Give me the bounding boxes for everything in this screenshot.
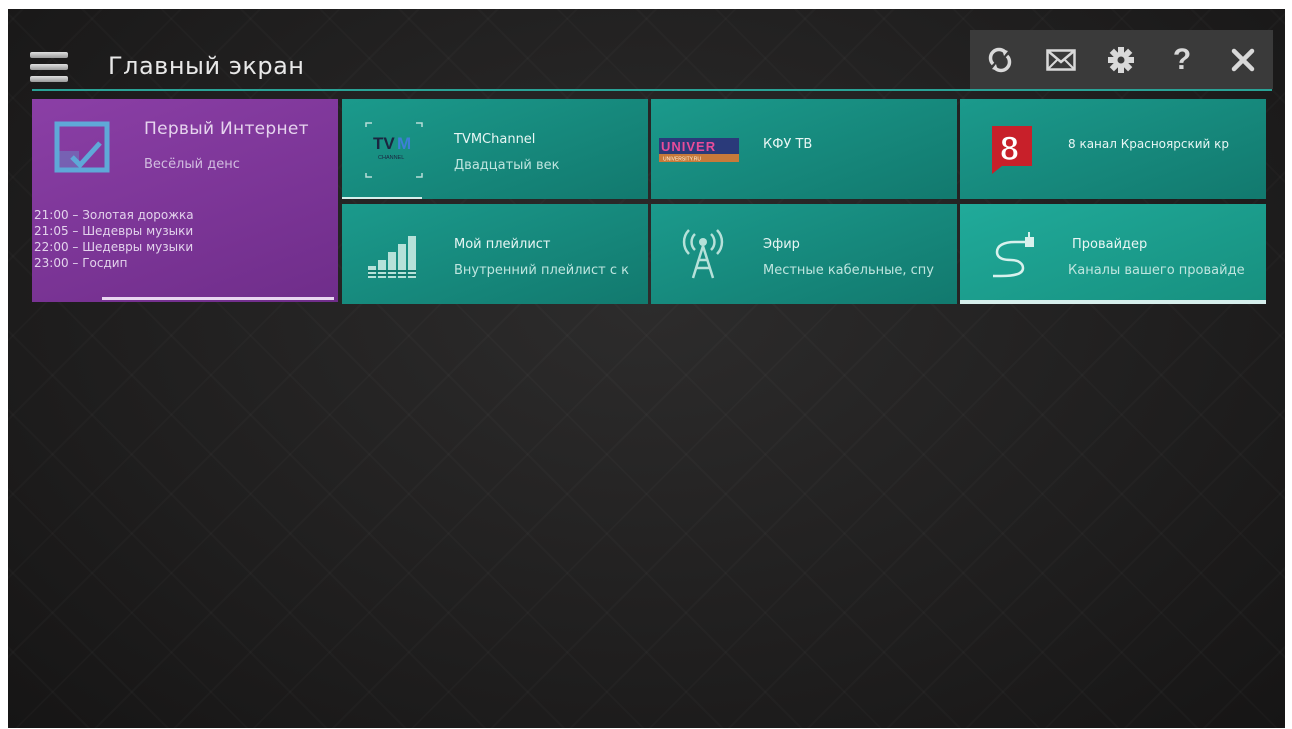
tile-title: Эфир	[763, 237, 800, 252]
tile-title: Провайдер	[1072, 237, 1148, 252]
svg-text:TV: TV	[373, 134, 395, 153]
featured-now-playing: Весёлый денс	[144, 157, 240, 172]
svg-text:UNIVER: UNIVER	[661, 139, 716, 154]
toolbar: ?	[970, 30, 1273, 89]
refresh-icon[interactable]	[976, 36, 1024, 84]
schedule-item: 22:00 – Шедевры музыки	[34, 240, 194, 254]
app-screen: Главный экран ? Первый Интернет Весёлый …	[8, 9, 1285, 728]
antenna-icon	[665, 222, 741, 288]
question-icon[interactable]: ?	[1158, 36, 1206, 84]
channel-8-logo: 8	[974, 117, 1050, 183]
tile-title: 8 канал Красноярский кр	[1068, 137, 1229, 151]
tile-title: КФУ ТВ	[763, 137, 813, 152]
mail-icon[interactable]	[1037, 36, 1085, 84]
tile-subtitle: Каналы вашего провайде	[1068, 263, 1245, 278]
close-icon[interactable]	[1219, 36, 1267, 84]
featured-channel-tile[interactable]: Первый Интернет Весёлый денс 21:00 – Зол…	[32, 99, 338, 302]
schedule-item: 23:00 – Госдип	[34, 256, 128, 270]
cable-icon	[974, 222, 1050, 288]
menu-icon[interactable]	[30, 52, 68, 84]
tile-provider[interactable]: Провайдер Каналы вашего провайде	[960, 204, 1266, 304]
header-bar: Главный экран ?	[8, 9, 1285, 91]
featured-schedule: 21:00 – Золотая дорожка 21:05 – Шедевры …	[34, 207, 194, 271]
svg-text:M: M	[397, 134, 411, 153]
page-title: Главный экран	[108, 52, 305, 80]
univer-logo: UNIVER UNIVERSITY.RU	[657, 117, 741, 183]
tvm-logo: TV M CHANNEL	[356, 117, 432, 183]
tile-my-playlist[interactable]: Мой плейлист Внутренний плейлист с к	[342, 204, 648, 304]
tile-efir[interactable]: Эфир Местные кабельные, спу	[651, 204, 957, 304]
header-divider	[32, 89, 1272, 91]
tile-underline	[342, 197, 422, 199]
featured-underline	[102, 297, 334, 300]
tile-title: TVMChannel	[454, 132, 536, 147]
channel-tile-tvm[interactable]: TV M CHANNEL TVMChannel Двадцатый век	[342, 99, 648, 199]
tv-placeholder-icon	[54, 121, 110, 173]
svg-text:8: 8	[1000, 130, 1019, 168]
tile-subtitle: Двадцатый век	[454, 158, 560, 173]
tile-title: Мой плейлист	[454, 237, 551, 252]
featured-channel-name: Первый Интернет	[144, 119, 309, 139]
schedule-item: 21:05 – Шедевры музыки	[34, 224, 194, 238]
svg-text:CHANNEL: CHANNEL	[378, 155, 404, 161]
tile-subtitle: Внутренний плейлист с к	[454, 263, 629, 278]
channel-tile-8[interactable]: 8 8 канал Красноярский кр	[960, 99, 1266, 199]
bar-chart-icon	[356, 222, 432, 288]
tile-subtitle: Местные кабельные, спу	[763, 263, 934, 278]
schedule-item: 21:00 – Золотая дорожка	[34, 208, 194, 222]
channel-tile-kfu[interactable]: UNIVER UNIVERSITY.RU КФУ ТВ	[651, 99, 957, 199]
tile-focus-underline	[960, 300, 1266, 304]
svg-text:UNIVERSITY.RU: UNIVERSITY.RU	[663, 157, 701, 163]
gear-icon[interactable]	[1097, 36, 1145, 84]
